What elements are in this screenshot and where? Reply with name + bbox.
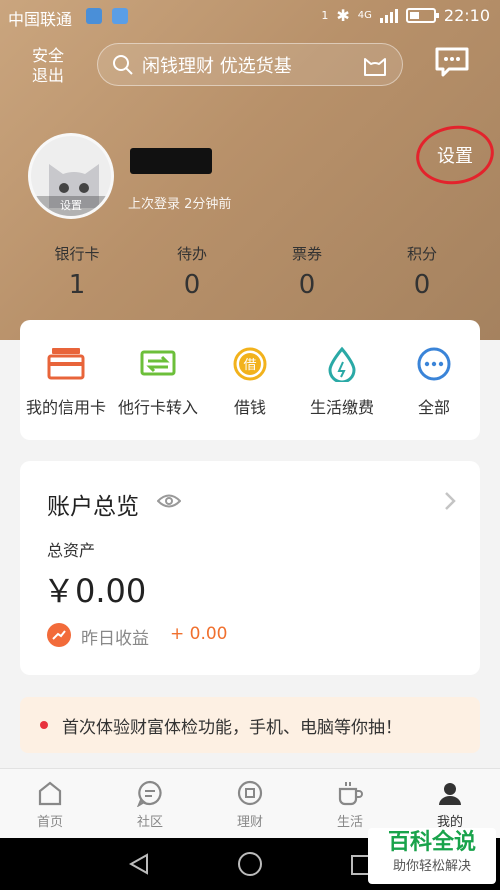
watermark-title: 百科全说	[387, 830, 476, 855]
status-bar: 中国联通 1 ✱ 4G 22:10	[0, 0, 500, 34]
credit-card-icon	[47, 348, 85, 380]
quick-action-label: 他行卡转入	[117, 398, 198, 417]
search-placeholder: 闲钱理财 优选货基	[142, 55, 292, 77]
quick-action-label: 生活缴费	[309, 398, 374, 417]
borrow-icon: 借	[233, 347, 267, 381]
clock: 22:10	[443, 6, 490, 25]
quick-action-credit-card[interactable]: 我的信用卡	[16, 346, 116, 418]
chevron-right-icon[interactable]	[444, 491, 456, 511]
account-overview-card[interactable]: 账户总览 总资产 ￥0.00 昨日收益 + 0.00	[20, 461, 480, 675]
cat-icon[interactable]	[362, 53, 388, 77]
quick-action-borrow[interactable]: 借 借钱	[200, 346, 300, 418]
trend-up-icon	[47, 623, 71, 647]
tab-home[interactable]: 首页	[20, 779, 80, 830]
profile-icon	[439, 783, 461, 805]
notification-icon	[86, 8, 102, 24]
avatar-settings-tag: 设置	[31, 196, 111, 216]
tab-label: 生活	[336, 815, 363, 830]
last-login-text: 上次登录 2分钟前	[128, 197, 232, 212]
finance-icon	[237, 780, 263, 806]
stat-coupon[interactable]: 票券 0	[267, 243, 347, 300]
promo-notice[interactable]: 首次体验财富体检功能，手机、电脑等你抽！	[20, 697, 480, 753]
home-nav-icon[interactable]	[237, 851, 263, 877]
back-icon[interactable]	[127, 852, 151, 876]
stat-value: 0	[183, 270, 201, 300]
sim-indicator: 1	[321, 9, 329, 22]
tab-life[interactable]: 生活	[320, 779, 380, 830]
watermark-subtitle: 助你轻松解决	[392, 859, 471, 874]
stat-value: 1	[68, 270, 86, 300]
notice-dot-icon	[40, 721, 48, 729]
community-icon	[137, 780, 162, 807]
stat-value: 0	[413, 270, 431, 300]
watermark-logo: 百科全说 助你轻松解决	[368, 828, 496, 884]
network-label: 4G	[357, 10, 372, 21]
life-cup-icon	[338, 782, 363, 806]
quick-action-transfer[interactable]: 他行卡转入	[108, 346, 208, 418]
redacted-username	[130, 148, 212, 174]
carrier-label: 中国联通	[8, 10, 73, 29]
status-icons: 1 ✱ 4G 22:10	[321, 6, 490, 25]
quick-action-label: 我的信用卡	[25, 398, 106, 417]
tab-label: 理财	[236, 815, 263, 830]
home-icon	[38, 781, 62, 806]
quick-action-life-payment[interactable]: 生活缴费	[292, 346, 392, 418]
account-title: 账户总览	[47, 494, 139, 520]
search-icon	[113, 54, 133, 75]
highlight-circle	[412, 120, 498, 190]
stat-label: 待办	[176, 245, 207, 263]
settings-button[interactable]: 设置	[412, 120, 498, 190]
quick-action-all[interactable]: 全部	[384, 346, 484, 418]
stat-points[interactable]: 积分 0	[382, 243, 462, 300]
stat-label: 银行卡	[54, 245, 100, 263]
quick-actions-card: 我的信用卡 他行卡转入 借 借钱 生活缴费 全部	[20, 320, 480, 440]
notification-icon	[112, 8, 128, 24]
yesterday-income-label: 昨日收益	[81, 629, 149, 649]
tab-finance[interactable]: 理财	[220, 779, 280, 830]
message-icon[interactable]	[435, 47, 469, 77]
total-asset-amount: ￥0.00	[43, 572, 147, 610]
avatar[interactable]: 设置	[28, 133, 114, 219]
tab-label: 社区	[136, 815, 163, 830]
eye-icon[interactable]	[157, 493, 181, 509]
signal-icon	[379, 8, 398, 23]
more-icon	[417, 347, 451, 381]
tab-label: 首页	[36, 815, 63, 830]
bluetooth-icon: ✱	[336, 6, 350, 25]
tab-community[interactable]: 社区	[120, 779, 180, 830]
stat-value: 0	[298, 270, 316, 300]
total-asset-label: 总资产	[47, 541, 96, 560]
quick-action-label: 借钱	[233, 398, 266, 417]
water-drop-icon	[328, 346, 356, 382]
transfer-card-icon	[140, 350, 176, 376]
quick-action-label: 全部	[417, 398, 450, 417]
stat-bank-card[interactable]: 银行卡 1	[37, 243, 117, 300]
stat-label: 积分	[406, 245, 437, 263]
stat-label: 票券	[291, 245, 322, 263]
search-bar[interactable]: 闲钱理财 优选货基	[97, 43, 403, 86]
stat-todo[interactable]: 待办 0	[152, 243, 232, 300]
borrow-glyph: 借	[243, 358, 256, 373]
yesterday-income-value: + 0.00	[170, 624, 228, 644]
notice-text: 首次体验财富体检功能，手机、电脑等你抽！	[62, 717, 402, 738]
tab-mine[interactable]: 我的	[420, 779, 480, 830]
battery-icon	[405, 8, 439, 23]
logout-button[interactable]: 安全退出	[28, 46, 68, 86]
